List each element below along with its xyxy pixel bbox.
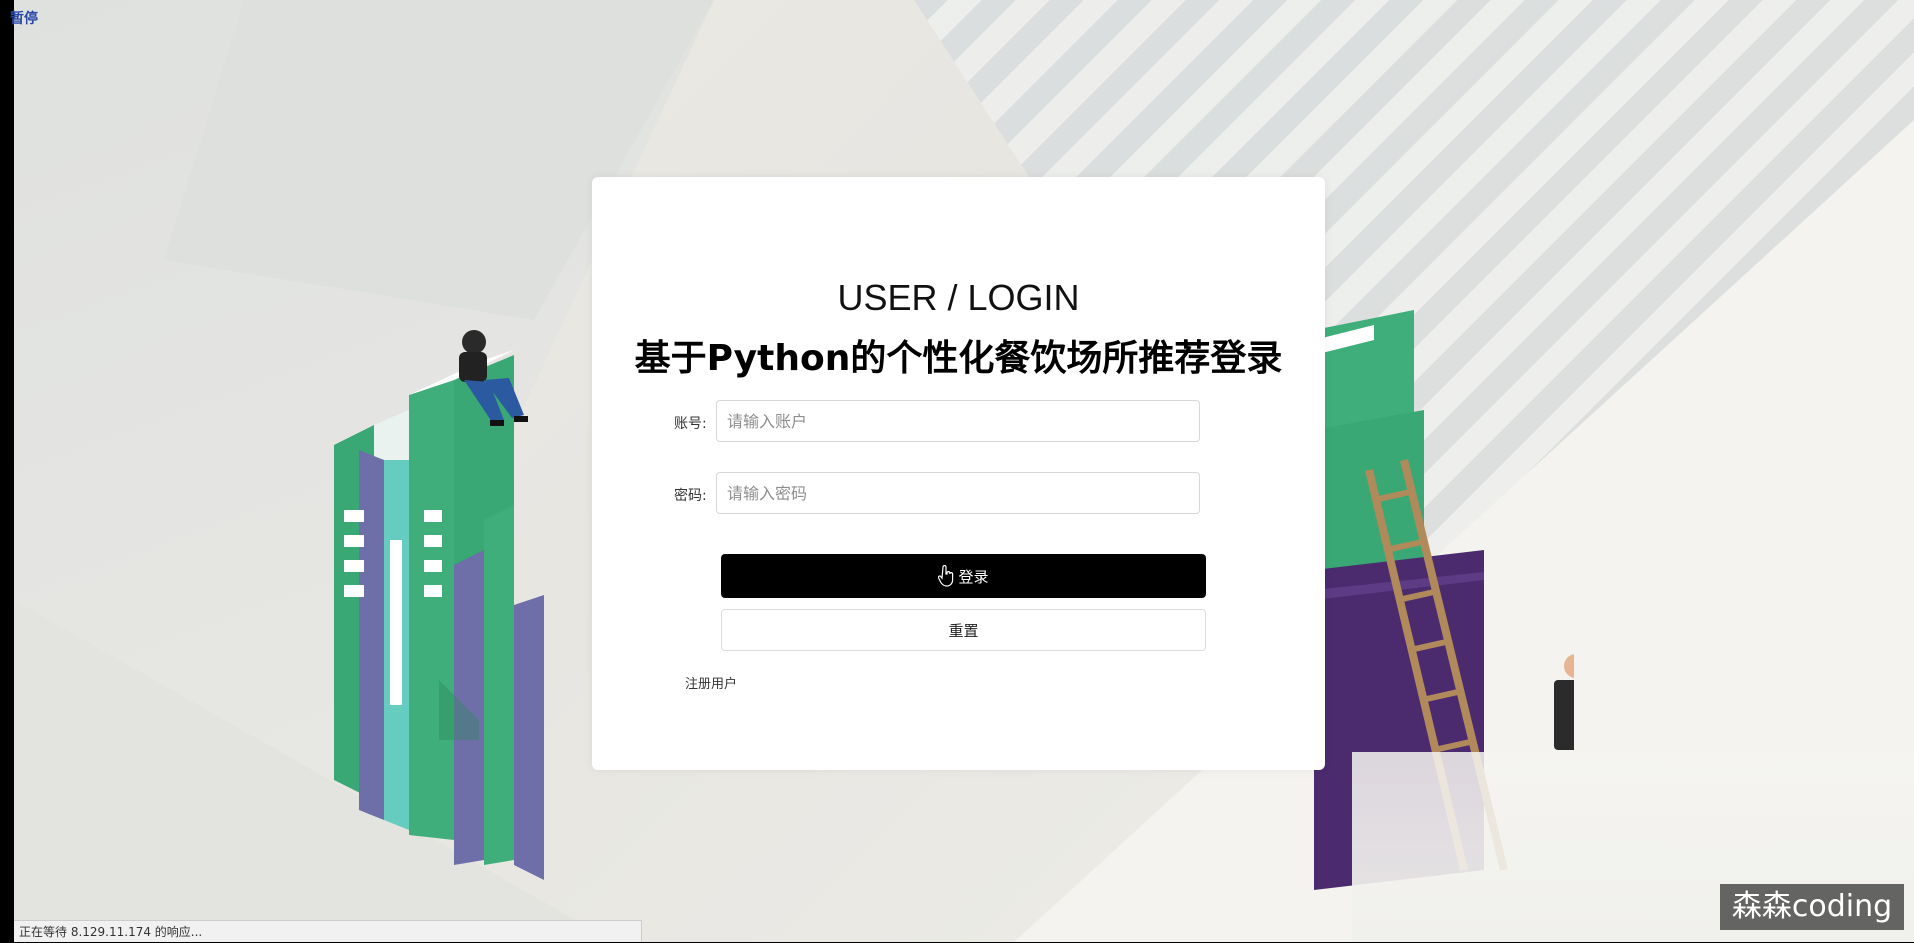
watermark: 森森coding bbox=[1720, 884, 1904, 930]
status-bar: 正在等待 8.129.11.174 的响应... bbox=[14, 920, 642, 942]
login-card: USER / LOGIN 基于Python的个性化餐饮场所推荐登录 账号: 密码… bbox=[592, 177, 1325, 770]
login-button-label: 登录 bbox=[958, 567, 989, 586]
password-input[interactable] bbox=[716, 472, 1200, 514]
login-title: 基于Python的个性化餐饮场所推荐登录 bbox=[634, 338, 1283, 379]
login-button[interactable]: 登录 bbox=[721, 554, 1206, 598]
password-label: 密码: bbox=[674, 488, 707, 504]
reset-button[interactable]: 重置 bbox=[721, 609, 1206, 651]
login-subtitle: USER / LOGIN bbox=[837, 277, 1080, 318]
register-link[interactable]: 注册用户 bbox=[685, 673, 737, 692]
left-books-illustration bbox=[334, 330, 544, 880]
pause-label[interactable]: 暂停 bbox=[10, 8, 38, 28]
hand-pointer-icon bbox=[938, 565, 954, 587]
account-input[interactable] bbox=[716, 400, 1200, 442]
account-label: 账号: bbox=[674, 416, 707, 432]
